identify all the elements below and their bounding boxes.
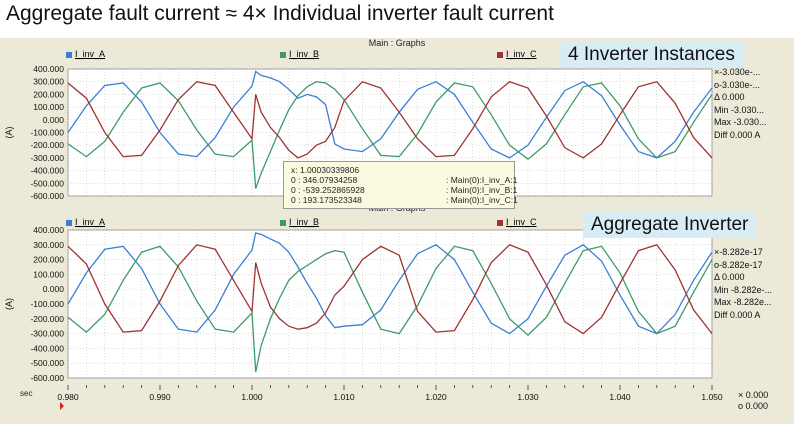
y-tick-label: 300.000 bbox=[33, 240, 64, 250]
x-tick-label: 1.020 bbox=[425, 392, 447, 402]
y-tick-label: -200.000 bbox=[30, 140, 64, 150]
y-tick-label: -500.000 bbox=[30, 178, 64, 188]
y-tick-label: 100.000 bbox=[33, 269, 64, 279]
callout-label: 4 Inverter Instances bbox=[560, 42, 743, 68]
y-tick-label: -100.000 bbox=[30, 128, 64, 138]
y-tick-label: 400.000 bbox=[33, 225, 64, 235]
y-tick-label: -300.000 bbox=[30, 329, 64, 339]
page-title: Aggregate fault current ≈ 4× Individual … bbox=[6, 2, 554, 25]
y-tick-label: 200.000 bbox=[33, 255, 64, 265]
x-tick-label: 1.000 bbox=[241, 392, 263, 402]
y-tick-label: -600.000 bbox=[30, 373, 64, 383]
cursor-tooltip: x: 1.00030339806 0 : 346.07934258 : Main… bbox=[283, 161, 518, 209]
tooltip-row: 0 : 193.173523348 bbox=[291, 195, 362, 205]
tooltip-row: 0 : -539.252865928 bbox=[291, 185, 365, 195]
tooltip-row-source: : Main(0):I_inv_C:1 bbox=[446, 195, 518, 205]
y-tick-label: -300.000 bbox=[30, 153, 64, 163]
y-tick-label: -100.000 bbox=[30, 299, 64, 309]
y-tick-label: 100.000 bbox=[33, 102, 64, 112]
y-tick-label: 300.000 bbox=[33, 77, 64, 87]
x-tick-label: 1.040 bbox=[609, 392, 631, 402]
y-tick-label: -500.000 bbox=[30, 358, 64, 368]
x-tick-label: 1.030 bbox=[517, 392, 539, 402]
y-tick-label: 0.000 bbox=[43, 284, 65, 294]
x-tick-label: 0.980 bbox=[57, 392, 79, 402]
x-axis: 0.980 0.990 1.000 1.010 1.020 1.030 1.040 1.050 bbox=[57, 385, 723, 402]
y-tick-label: -600.000 bbox=[30, 191, 64, 201]
tooltip-row-source: : Main(0):I_inv_A:1 bbox=[446, 175, 518, 185]
y-axis-label: (A) bbox=[4, 127, 14, 139]
y-tick-label: -200.000 bbox=[30, 314, 64, 324]
x-tick-label: 1.050 bbox=[701, 392, 723, 402]
y-tick-label: -400.000 bbox=[30, 343, 64, 353]
x-tick-label: 1.010 bbox=[333, 392, 355, 402]
tooltip-row-source: : Main(0):I_inv_B:1 bbox=[446, 185, 518, 195]
x-tick-label: 0.990 bbox=[149, 392, 171, 402]
y-tick-label: 400.000 bbox=[33, 64, 64, 74]
tooltip-row: 0 : 346.07934258 bbox=[291, 175, 358, 185]
y-tick-label: -400.000 bbox=[30, 166, 64, 176]
tooltip-x: x: 1.00030339806 bbox=[291, 165, 360, 175]
callout-label: Aggregate Inverter bbox=[583, 212, 757, 238]
y-tick-label: 200.000 bbox=[33, 89, 64, 99]
y-axis-label: (A) bbox=[4, 298, 14, 310]
y-tick-label: 0.000 bbox=[43, 115, 65, 125]
